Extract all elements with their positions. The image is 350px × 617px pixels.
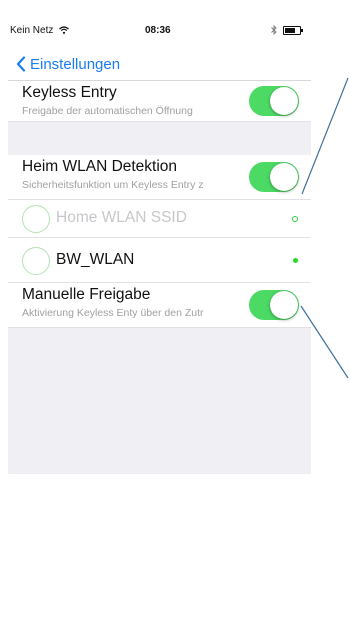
- wlan-detection-toggle[interactable]: [249, 162, 299, 192]
- status-bar: Kein Netz 08:36: [8, 18, 311, 44]
- wlan-detection-row: Heim WLAN Detektion Sicherheitsfunktion …: [8, 155, 311, 200]
- keyless-entry-toggle[interactable]: [249, 86, 299, 116]
- wlan-detection-title: Heim WLAN Detektion: [22, 158, 178, 175]
- ssid-radio-home[interactable]: [22, 205, 50, 233]
- bluetooth-icon: [271, 25, 277, 35]
- manual-release-row: Manuelle Freigabe Aktivierung Keyless En…: [8, 283, 311, 328]
- battery-icon: [283, 25, 303, 35]
- manual-release-subtitle: Aktivierung Keyless Enty über den Zutr: [22, 307, 204, 319]
- phone-screen: Kein Netz 08:36 Einstellungen Keyless En…: [8, 18, 311, 474]
- ssid-row-bw[interactable]: BW_WLAN: [8, 238, 311, 283]
- status-dot-filled: [293, 258, 298, 263]
- empty-grouped-area: [8, 328, 311, 474]
- ssid-row-home[interactable]: Home WLAN SSID: [8, 200, 311, 238]
- back-label: Einstellungen: [30, 55, 121, 73]
- status-right: [271, 25, 303, 35]
- wlan-detection-subtitle: Sicherheitsfunktion um Keyless Entry z: [22, 179, 204, 191]
- status-dot-hollow: [292, 216, 298, 222]
- carrier-label: Kein Netz: [10, 25, 54, 36]
- chevron-left-icon: [16, 56, 26, 72]
- ssid-label-home: Home WLAN SSID: [56, 209, 187, 226]
- toggle-knob: [270, 163, 298, 191]
- manual-release-title: Manuelle Freigabe: [22, 286, 151, 303]
- carrier-wifi: Kein Netz: [10, 25, 70, 36]
- nav-bar: Einstellungen: [8, 48, 311, 81]
- keyless-entry-row: Keyless Entry Freigabe der automatischen…: [8, 81, 311, 122]
- section-gap: [8, 122, 311, 155]
- keyless-entry-subtitle: Freigabe der automatischen Öffnung: [22, 105, 193, 117]
- back-button[interactable]: Einstellungen: [8, 56, 120, 73]
- clock: 08:36: [145, 25, 171, 36]
- wifi-icon: [59, 26, 70, 34]
- keyless-entry-title: Keyless Entry: [22, 84, 117, 101]
- toggle-knob: [270, 87, 298, 115]
- toggle-knob: [270, 291, 298, 319]
- ssid-radio-bw[interactable]: [22, 247, 50, 275]
- manual-release-toggle[interactable]: [249, 290, 299, 320]
- ssid-label-bw: BW_WLAN: [56, 251, 135, 268]
